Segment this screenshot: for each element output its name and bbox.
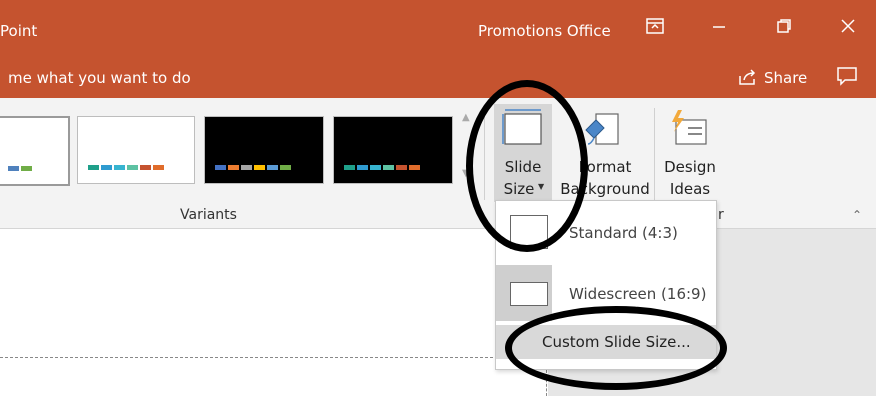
- account-name[interactable]: Promotions Office: [478, 22, 611, 40]
- variant-thumbnail-1[interactable]: [0, 116, 70, 186]
- annotation-oval: [466, 80, 588, 252]
- close-icon[interactable]: [840, 18, 856, 39]
- design-ideas-label-2: Ideas: [669, 180, 711, 198]
- menu-item-label: Standard (4:3): [569, 224, 678, 242]
- format-background-icon: [582, 108, 622, 154]
- share-icon: [739, 69, 756, 85]
- minimize-icon[interactable]: [711, 18, 727, 39]
- variant-thumbnail-2[interactable]: [77, 116, 195, 184]
- ribbon-display-icon[interactable]: [646, 18, 664, 39]
- variant-thumbnail-3[interactable]: [204, 116, 324, 184]
- title-bar: Point Promotions Office: [0, 0, 876, 60]
- menu-item-label: Widescreen (16:9): [569, 285, 707, 303]
- slide-canvas[interactable]: [0, 229, 548, 396]
- designer-group-label: r: [718, 207, 724, 223]
- restore-icon[interactable]: [776, 18, 792, 39]
- variants-group-label: Variants: [180, 207, 237, 223]
- collapse-ribbon-icon[interactable]: ⌃: [852, 208, 862, 222]
- ribbon: ▲ ▼ Variants Slide Size ▼ Format Backgro…: [0, 98, 876, 229]
- tell-me-input[interactable]: me what you want to do: [8, 69, 191, 87]
- slide-guide-line: [0, 357, 548, 358]
- comment-icon[interactable]: [836, 66, 858, 91]
- annotation-oval: [505, 306, 727, 390]
- share-button[interactable]: Share: [738, 68, 807, 87]
- share-label: Share: [764, 69, 808, 87]
- variant-thumbnail-4[interactable]: [333, 116, 453, 184]
- design-ideas-button[interactable]: Design Ideas: [660, 104, 720, 202]
- tell-me-bar: me what you want to do Share: [0, 60, 876, 98]
- design-ideas-icon: [668, 108, 710, 154]
- gallery-scroll-up-icon[interactable]: ▲: [462, 112, 470, 123]
- widescreen-slide-icon: [510, 282, 548, 306]
- design-ideas-label-1: Design: [664, 158, 716, 176]
- app-name: Point: [0, 22, 38, 40]
